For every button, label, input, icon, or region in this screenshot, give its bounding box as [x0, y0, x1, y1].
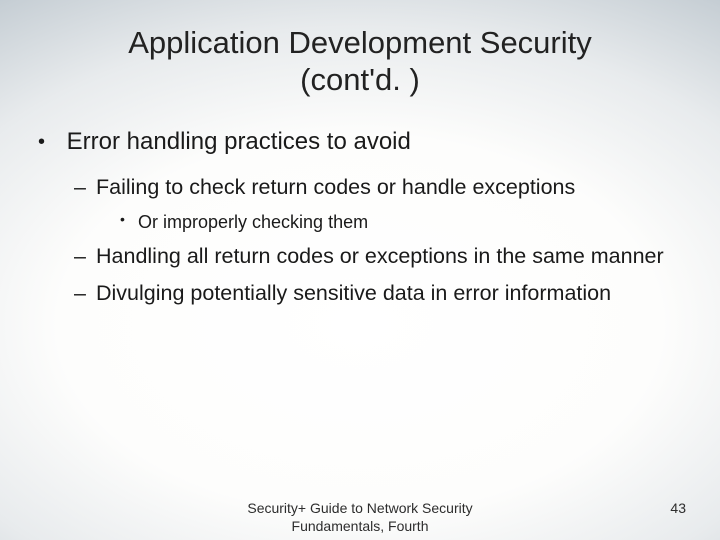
title-line-2: (cont'd. ): [300, 62, 420, 97]
list-item: Divulging potentially sensitive data in …: [74, 279, 680, 308]
bullet-list-level1: Error handling practices to avoid Failin…: [40, 126, 680, 308]
slide-title: Application Development Security (cont'd…: [0, 0, 720, 98]
title-line-1: Application Development Security: [128, 25, 592, 60]
bullet-text: Or improperly checking them: [138, 212, 368, 232]
slide-body: Error handling practices to avoid Failin…: [0, 98, 720, 308]
bullet-text: Failing to check return codes or handle …: [96, 175, 575, 199]
list-item: Failing to check return codes or handle …: [74, 173, 680, 234]
footer-source: Security+ Guide to Network Security Fund…: [230, 500, 490, 535]
bullet-text: Handling all return codes or exceptions …: [96, 244, 664, 268]
bullet-text: Error handling practices to avoid: [67, 128, 411, 155]
bullet-text: Divulging potentially sensitive data in …: [96, 281, 611, 305]
bullet-list-level2: Failing to check return codes or handle …: [40, 173, 680, 308]
page-number: 43: [670, 500, 686, 516]
slide-footer: Security+ Guide to Network Security Fund…: [0, 498, 720, 540]
list-item: Or improperly checking them: [120, 210, 680, 234]
list-item: Handling all return codes or exceptions …: [74, 242, 680, 271]
list-item: Error handling practices to avoid Failin…: [40, 126, 680, 308]
bullet-list-level3: Or improperly checking them: [96, 210, 680, 234]
